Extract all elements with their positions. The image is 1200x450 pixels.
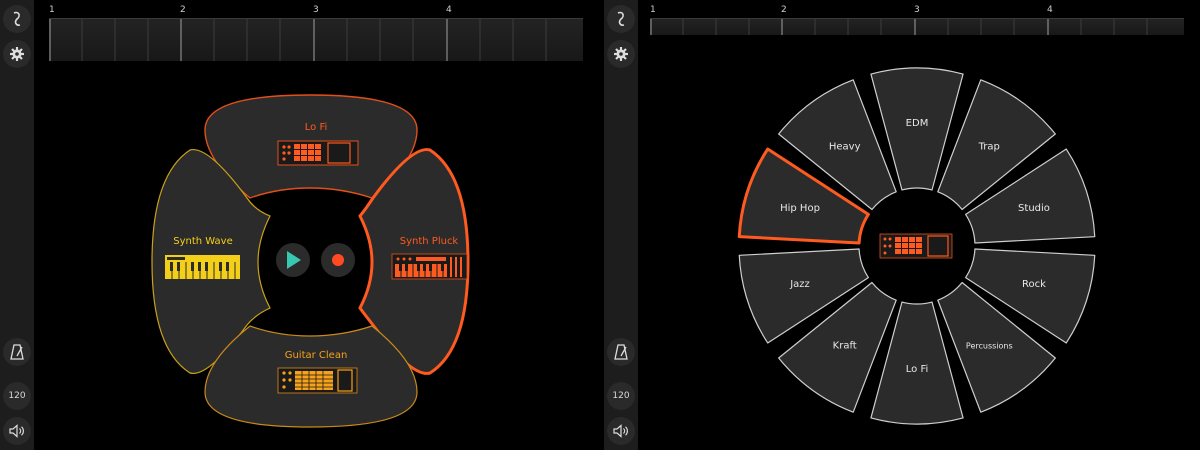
genre-label: Trap xyxy=(978,141,1000,152)
right-screen: 120 1 2 3 4 EDM Trap Studio Rock Percuss… xyxy=(600,0,1200,450)
record-button[interactable] xyxy=(321,243,355,277)
play-button[interactable] xyxy=(276,243,310,277)
genre-label: Jazz xyxy=(789,279,810,290)
instrument-wheel: Lo Fi Synth Wave Synth Pluck Guitar Clea… xyxy=(151,94,470,428)
genre-label: Heavy xyxy=(829,141,861,152)
keyboard-icon xyxy=(165,255,240,279)
pad-label: Synth Wave xyxy=(173,236,233,247)
pad-label: Guitar Clean xyxy=(285,350,348,361)
guitar-icon xyxy=(277,367,358,394)
genre-label: Hip Hop xyxy=(780,203,820,214)
genre-wheel: EDM Trap Studio Rock Percussions Lo Fi Kraft Ja… xyxy=(737,67,1096,425)
synth-pluck-icon xyxy=(391,253,468,280)
genre-label: Lo Fi xyxy=(906,364,929,375)
pad-label: Synth Pluck xyxy=(400,236,459,247)
genre-label: Studio xyxy=(1018,203,1050,214)
pad-guitar-clean[interactable]: Guitar Clean xyxy=(204,325,418,428)
drum-pad-icon xyxy=(879,233,953,259)
record-icon xyxy=(332,254,344,266)
genre-label: Kraft xyxy=(833,341,857,352)
left-screen: 120 1 2 3 4 Lo Fi Synth Wave Synth Pluck… xyxy=(0,0,600,450)
pad-label: Lo Fi xyxy=(305,122,328,133)
genre-label: EDM xyxy=(906,118,929,129)
genre-label: Rock xyxy=(1022,279,1046,290)
genre-label: Percussions xyxy=(966,342,1013,351)
drum-pad-icon xyxy=(277,140,359,166)
